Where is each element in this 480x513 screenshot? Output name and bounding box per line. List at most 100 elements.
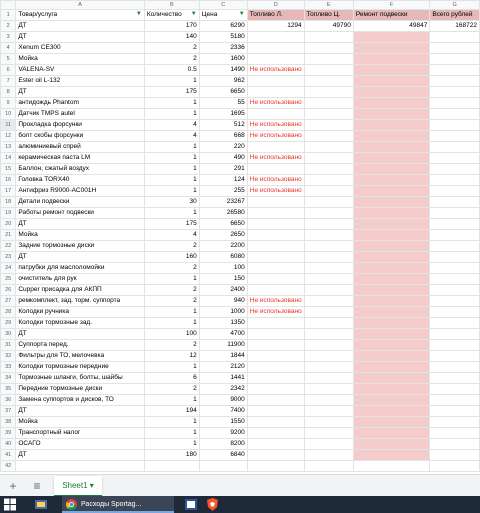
table-cell[interactable] — [429, 64, 480, 76]
row-number[interactable]: 7 — [0, 75, 17, 87]
table-cell[interactable]: 168722 — [429, 20, 480, 32]
table-cell[interactable] — [303, 163, 354, 175]
table-cell[interactable]: 30 — [143, 196, 200, 208]
table-cell[interactable] — [303, 416, 354, 428]
table-cell[interactable] — [246, 53, 305, 65]
table-cell[interactable]: 4 — [143, 229, 200, 241]
table-cell[interactable]: 7400 — [198, 405, 248, 417]
table-cell[interactable] — [352, 97, 431, 109]
table-cell[interactable] — [352, 196, 431, 208]
row-number[interactable]: 16 — [0, 174, 17, 186]
table-cell[interactable]: болт скобы форсунки — [15, 130, 145, 142]
table-cell[interactable] — [429, 317, 480, 329]
table-cell[interactable]: Xenum CE300 — [15, 42, 145, 54]
table-cell[interactable] — [246, 251, 305, 263]
table-cell[interactable] — [303, 284, 354, 296]
table-cell[interactable]: Не использовано — [246, 185, 305, 197]
table-cell[interactable] — [246, 383, 305, 395]
row-number[interactable]: 12 — [0, 130, 17, 142]
table-cell[interactable] — [246, 229, 305, 241]
table-cell[interactable] — [352, 42, 431, 54]
row-number[interactable]: 42 — [0, 460, 17, 472]
row-number[interactable]: 18 — [0, 196, 17, 208]
table-cell[interactable] — [429, 416, 480, 428]
table-cell[interactable]: ДТ — [15, 86, 145, 98]
column-header-g[interactable]: G — [429, 0, 480, 10]
table-cell[interactable]: 1 — [143, 185, 200, 197]
table-cell[interactable] — [303, 174, 354, 186]
table-cell[interactable]: 2 — [143, 284, 200, 296]
header-cell[interactable]: Топливо Ц. — [303, 9, 354, 21]
table-cell[interactable] — [429, 108, 480, 120]
table-cell[interactable]: 175 — [143, 86, 200, 98]
table-cell[interactable] — [303, 130, 354, 142]
table-cell[interactable] — [352, 86, 431, 98]
table-cell[interactable]: 2 — [143, 383, 200, 395]
table-cell[interactable] — [303, 449, 354, 461]
table-cell[interactable] — [303, 273, 354, 285]
table-cell[interactable] — [246, 449, 305, 461]
table-cell[interactable] — [246, 207, 305, 219]
table-cell[interactable] — [246, 108, 305, 120]
table-cell[interactable] — [246, 460, 305, 472]
table-cell[interactable]: 0.5 — [143, 64, 200, 76]
table-cell[interactable]: 1 — [143, 416, 200, 428]
column-header-e[interactable]: E — [303, 0, 354, 10]
table-cell[interactable] — [246, 361, 305, 373]
row-number[interactable]: 10 — [0, 108, 17, 120]
row-number[interactable]: 22 — [0, 240, 17, 252]
table-cell[interactable] — [429, 295, 480, 307]
table-cell[interactable] — [246, 372, 305, 384]
table-cell[interactable]: 6840 — [198, 449, 248, 461]
table-cell[interactable] — [429, 141, 480, 153]
table-cell[interactable] — [429, 152, 480, 164]
column-header-c[interactable]: C — [198, 0, 248, 10]
table-cell[interactable]: 5180 — [198, 31, 248, 43]
table-cell[interactable]: 1294 — [246, 20, 305, 32]
row-number[interactable]: 9 — [0, 97, 17, 109]
table-cell[interactable] — [352, 251, 431, 263]
table-cell[interactable]: ДТ — [15, 449, 145, 461]
table-cell[interactable]: 124 — [198, 174, 248, 186]
table-cell[interactable] — [143, 460, 200, 472]
table-cell[interactable]: 2400 — [198, 284, 248, 296]
table-cell[interactable] — [352, 394, 431, 406]
table-cell[interactable] — [303, 383, 354, 395]
table-cell[interactable] — [352, 152, 431, 164]
table-cell[interactable]: ДТ — [15, 328, 145, 340]
table-cell[interactable]: 1 — [143, 427, 200, 439]
table-cell[interactable]: Колодки тормозные зад. — [15, 317, 145, 329]
app-icon[interactable] — [34, 498, 48, 511]
filter-icon[interactable]: ▼ — [136, 11, 142, 17]
table-cell[interactable] — [429, 427, 480, 439]
table-cell[interactable]: Передние тормозные диски — [15, 383, 145, 395]
table-cell[interactable] — [352, 372, 431, 384]
table-cell[interactable]: Не использовано — [246, 174, 305, 186]
table-cell[interactable] — [198, 471, 248, 472]
table-cell[interactable] — [429, 284, 480, 296]
table-cell[interactable]: ОСАГО — [15, 438, 145, 450]
table-cell[interactable] — [352, 240, 431, 252]
row-number[interactable]: 6 — [0, 64, 17, 76]
table-cell[interactable] — [429, 42, 480, 54]
table-cell[interactable] — [246, 218, 305, 230]
table-cell[interactable] — [246, 328, 305, 340]
add-sheet-button[interactable]: + — [6, 479, 20, 493]
select-all-corner[interactable] — [0, 0, 17, 10]
table-cell[interactable]: 8200 — [198, 438, 248, 450]
header-cell[interactable]: Топливо Л. — [246, 9, 305, 21]
table-cell[interactable] — [303, 185, 354, 197]
table-cell[interactable] — [429, 262, 480, 274]
table-cell[interactable] — [303, 86, 354, 98]
row-number[interactable]: 13 — [0, 141, 17, 153]
table-cell[interactable] — [352, 306, 431, 318]
table-cell[interactable]: Антифриз R9000-AC001H — [15, 185, 145, 197]
filter-icon[interactable]: ▼ — [239, 11, 245, 17]
table-cell[interactable]: антидождь Phantom — [15, 97, 145, 109]
table-cell[interactable]: 175 — [143, 218, 200, 230]
row-number[interactable]: 26 — [0, 284, 17, 296]
table-cell[interactable] — [246, 405, 305, 417]
table-cell[interactable] — [352, 163, 431, 175]
table-cell[interactable] — [429, 97, 480, 109]
table-cell[interactable]: 1 — [143, 394, 200, 406]
